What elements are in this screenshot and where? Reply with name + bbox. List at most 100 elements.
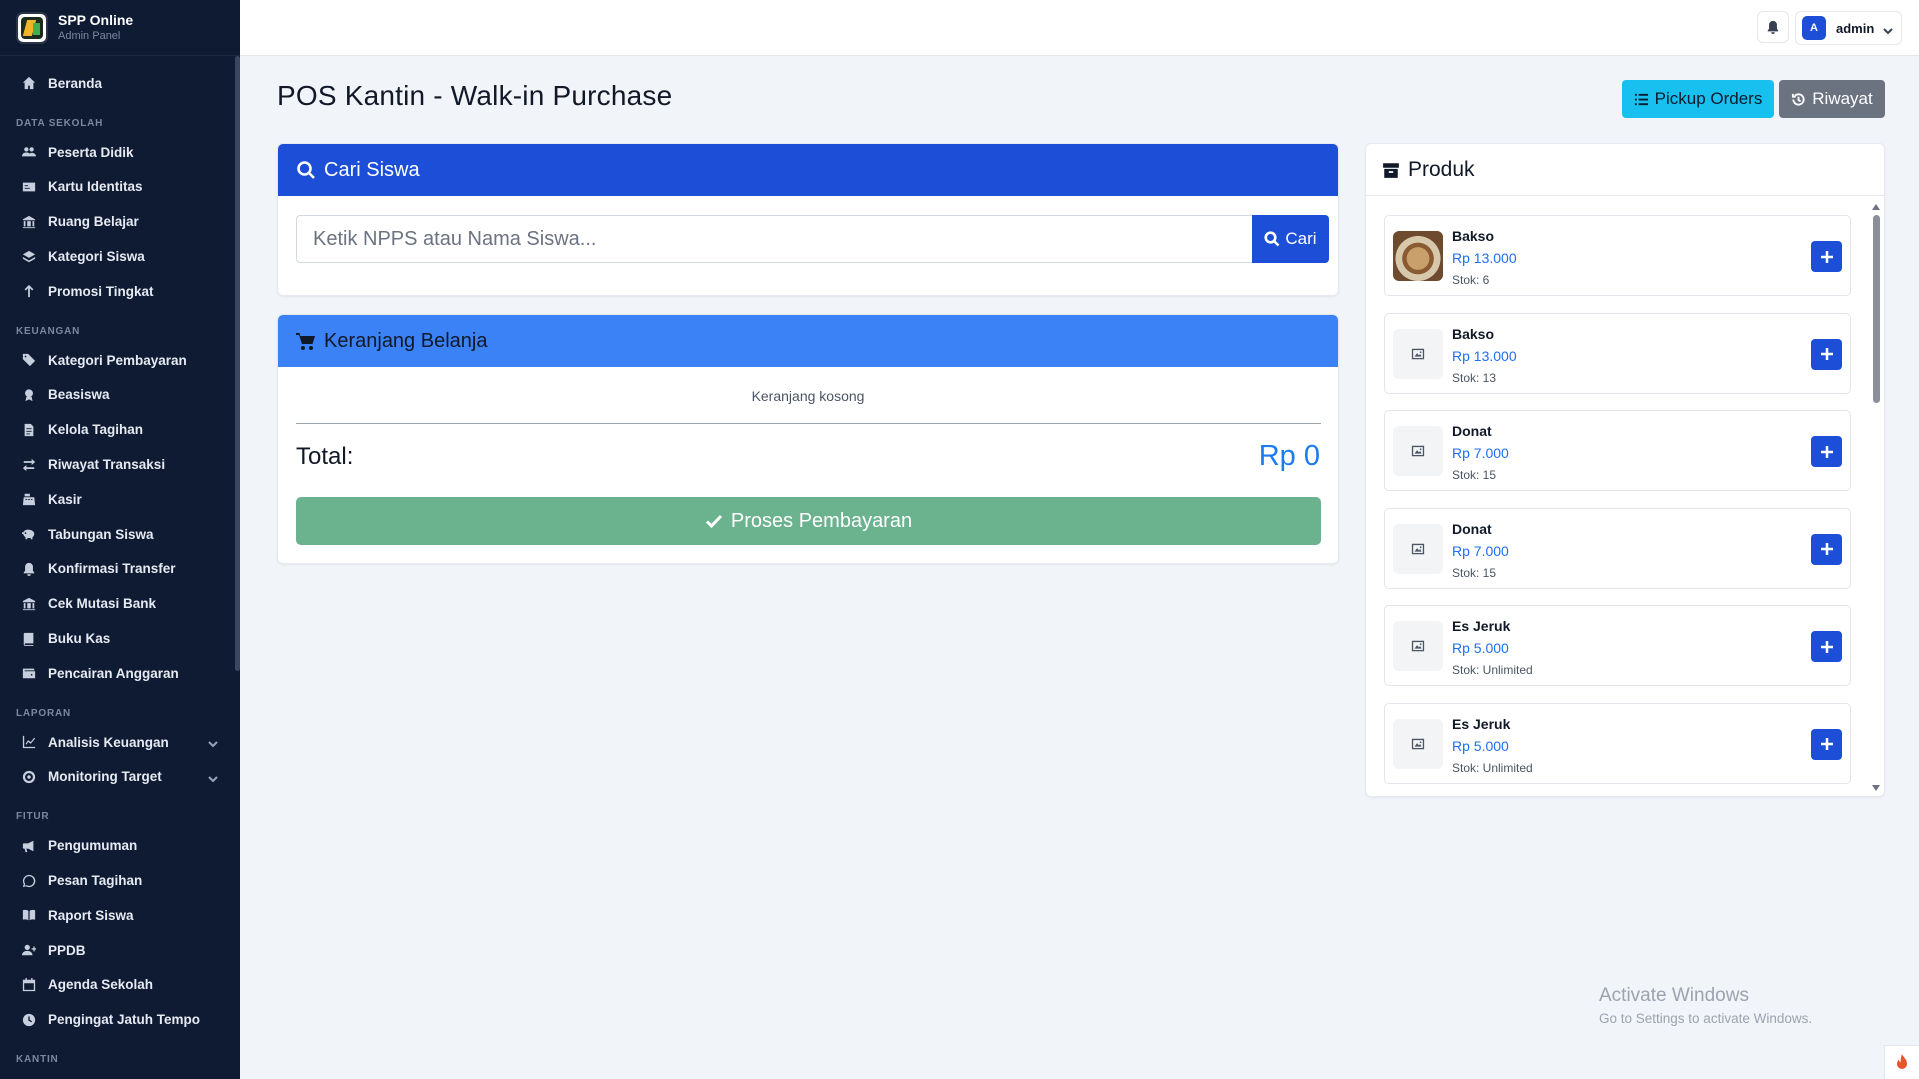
sidebar-item-riwayat-transaksi[interactable]: Riwayat Transaksi (0, 447, 240, 482)
sidebar-item-label: Kelola Tagihan (48, 422, 144, 438)
sidebar-item-kelola-tagihan[interactable]: Kelola Tagihan (0, 412, 240, 447)
add-product-button[interactable] (1811, 436, 1842, 467)
brand[interactable]: SPP Online Admin Panel (0, 0, 240, 56)
tags-icon (20, 352, 38, 368)
product-name: Donat (1452, 520, 1492, 537)
riwayat-button[interactable]: Riwayat (1779, 80, 1885, 118)
products-card-title: Produk (1408, 157, 1475, 181)
sidebar-item-label: Raport Siswa (48, 907, 134, 923)
brand-logo (16, 11, 48, 44)
sidebar-item-ruang-belajar[interactable]: Ruang Belajar (0, 204, 240, 239)
search-icon (1264, 231, 1280, 247)
sidebar-item-buku-kas[interactable]: Buku Kas (0, 621, 240, 656)
layers-icon (20, 249, 38, 265)
sidebar-item-raport-siswa[interactable]: Raport Siswa (0, 898, 240, 933)
add-product-button[interactable] (1811, 631, 1842, 662)
topbar: A admin (240, 0, 1919, 56)
sidebar-item-pengumuman[interactable]: Pengumuman (0, 828, 240, 863)
sidebar-item-label: Monitoring Target (48, 769, 162, 785)
product-name: Es Jeruk (1452, 715, 1511, 732)
product-image (1393, 231, 1443, 281)
scroll-down-arrow[interactable] (1872, 785, 1880, 791)
product-list: Bakso Rp 13.000 Stok: 6 Bakso Rp 13.000 … (1384, 215, 1851, 796)
add-product-button[interactable] (1811, 728, 1842, 760)
product-price: Rp 7.000 (1452, 445, 1509, 461)
piggy-bank-icon (20, 526, 38, 542)
avatar: A (1802, 16, 1826, 40)
sidebar-item-kasir[interactable]: Kasir (0, 482, 240, 517)
notification-button[interactable] (1757, 11, 1789, 43)
sidebar-item-promosi-tingkat[interactable]: Promosi Tingkat (0, 274, 240, 309)
sidebar-item-cek-mutasi-bank[interactable]: Cek Mutasi Bank (0, 586, 240, 621)
sidebar-item-beranda[interactable]: Beranda (0, 66, 240, 101)
add-product-button[interactable] (1811, 338, 1842, 370)
home-icon (20, 75, 38, 91)
sidebar-item-label: Agenda Sekolah (48, 977, 154, 993)
corner-badge[interactable] (1884, 1045, 1919, 1079)
sidebar-item-label: Pengingat Jatuh Tempo (48, 1012, 201, 1028)
sidebar-item-label: Beranda (48, 75, 103, 91)
whatsapp-icon (20, 873, 38, 889)
box-icon (1383, 162, 1399, 178)
sidebar-item-kartu-identitas[interactable]: Kartu Identitas (0, 170, 240, 205)
process-payment-button[interactable]: Proses Pembayaran (296, 497, 1321, 545)
product-item: Es Jeruk Rp 5.000 Stok: Unlimited (1384, 702, 1851, 784)
search-card-title: Cari Siswa (324, 158, 420, 181)
sidebar-item-label: Beasiswa (48, 387, 110, 403)
sidebar-item-agenda-sekolah[interactable]: Agenda Sekolah (0, 968, 240, 1003)
sidebar-section-title: DATA SEKOLAH (16, 117, 104, 129)
sidebar-item-label: Cek Mutasi Bank (48, 596, 157, 612)
windows-activation-watermark: Activate Windows Go to Settings to activ… (1599, 985, 1812, 1026)
sidebar-item-pesan-tagihan[interactable]: Pesan Tagihan (0, 863, 240, 898)
sidebar-item-pengingat-jatuh-tempo[interactable]: Pengingat Jatuh Tempo (0, 1002, 240, 1037)
product-item: Es Jeruk Rp 5.000 Stok: Unlimited (1384, 605, 1851, 686)
sidebar-item-label: Promosi Tingkat (48, 283, 154, 299)
sidebar-item-label: Tabungan Siswa (48, 526, 154, 542)
sidebar-section-title: FITUR (16, 811, 50, 823)
products-card-header: Produk (1366, 144, 1884, 196)
sidebar-item-kategori-pembayaran[interactable]: Kategori Pembayaran (0, 343, 240, 378)
shopping-cart-card: Keranjang Belanja Keranjang kosong Total… (277, 314, 1339, 564)
total-label: Total: (296, 443, 354, 470)
sidebar-item-monitoring-target[interactable]: Monitoring Target (0, 760, 240, 795)
image-placeholder-icon (1393, 426, 1443, 476)
sidebar-item-analisis-keuangan[interactable]: Analisis Keuangan (0, 725, 240, 760)
add-product-button[interactable] (1811, 241, 1842, 272)
product-price: Rp 7.000 (1452, 542, 1509, 559)
page-title: POS Kantin - Walk-in Purchase (277, 80, 673, 111)
scroll-up-arrow[interactable] (1872, 204, 1880, 210)
product-stock: Stok: Unlimited (1452, 760, 1533, 775)
search-button[interactable]: Cari (1252, 215, 1329, 263)
user-menu-button[interactable]: A admin (1795, 11, 1902, 45)
sidebar-item-kategori-siswa[interactable]: Kategori Siswa (0, 239, 240, 274)
sidebar-item-label: Pesan Tagihan (48, 873, 143, 889)
history-icon (1792, 92, 1805, 106)
product-list-scrollbar[interactable] (1873, 215, 1880, 403)
sidebar-item-peserta-didik[interactable]: Peserta Didik (0, 135, 240, 170)
cart-icon (296, 333, 315, 350)
sidebar-item-konfirmasi-transfer[interactable]: Konfirmasi Transfer (0, 552, 240, 587)
id-card-icon (20, 179, 38, 195)
product-name: Es Jeruk (1452, 618, 1511, 634)
pickup-orders-button[interactable]: Pickup Orders (1622, 80, 1774, 118)
sidebar-scrollbar[interactable] (235, 56, 240, 671)
sidebar-item-label: Buku Kas (48, 631, 111, 647)
add-product-button[interactable] (1811, 533, 1842, 565)
chevron-down-icon (208, 737, 218, 748)
sidebar-item-label: Kategori Siswa (48, 249, 145, 265)
cart-divider (296, 423, 1321, 424)
image-placeholder-icon (1393, 621, 1443, 671)
sidebar-item-pencairan-anggaran[interactable]: Pencairan Anggaran (0, 656, 240, 691)
sidebar-item-tabungan-siswa[interactable]: Tabungan Siswa (0, 517, 240, 552)
bell-icon (20, 561, 38, 577)
watermark-title: Activate Windows (1599, 985, 1749, 1006)
search-row: Cari (296, 215, 1329, 263)
sidebar-item-beasiswa[interactable]: Beasiswa (0, 378, 240, 413)
search-input[interactable] (296, 215, 1252, 263)
sidebar-item-ppdb[interactable]: PPDB (0, 933, 240, 968)
sidebar: SPP Online Admin Panel Beranda DATA SEKO… (0, 0, 240, 1079)
plus-icon (1820, 445, 1833, 458)
plus-icon (1820, 738, 1833, 750)
sidebar-item-label: Peserta Didik (48, 144, 134, 160)
chart-line-icon (20, 734, 38, 750)
